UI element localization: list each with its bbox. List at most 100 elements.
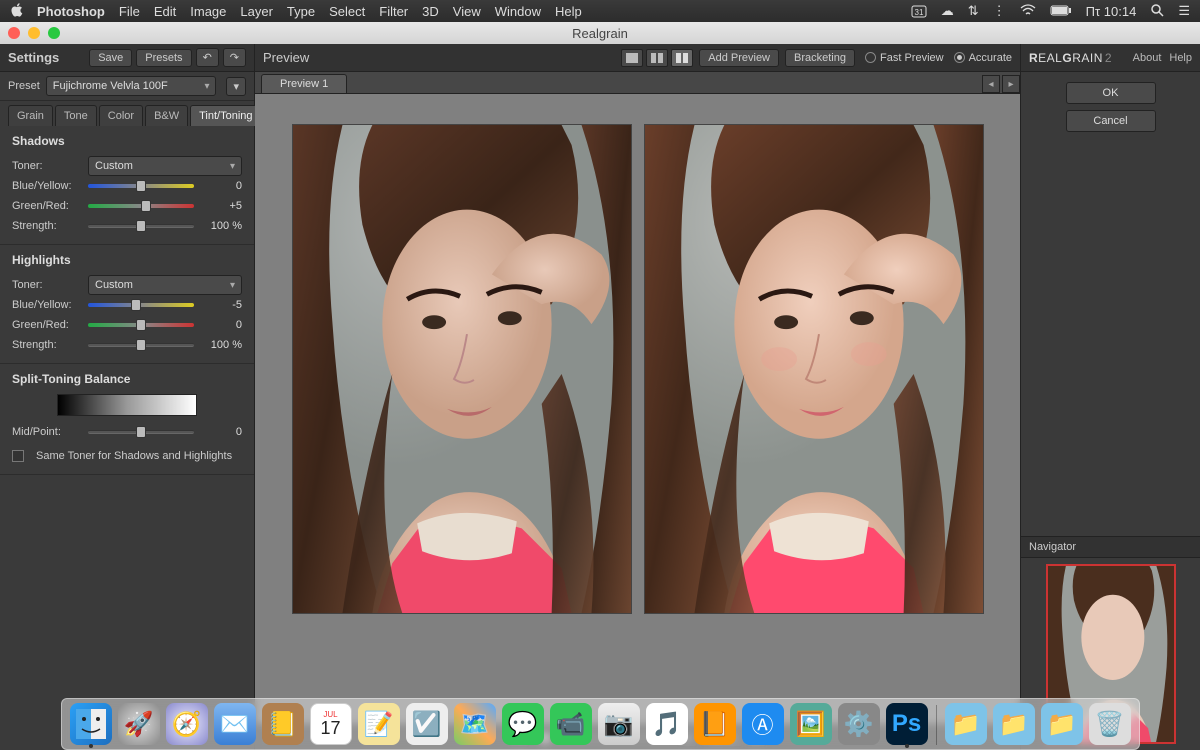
menu-file[interactable]: File: [119, 4, 140, 19]
shadows-title: Shadows: [12, 134, 242, 148]
menu-type[interactable]: Type: [287, 4, 315, 19]
clock[interactable]: Πτ 10:14: [1086, 4, 1137, 19]
undo-button[interactable]: ↶: [196, 48, 219, 67]
menu-filter[interactable]: Filter: [379, 4, 408, 19]
tab-tone[interactable]: Tone: [55, 105, 97, 126]
preview-tab-1[interactable]: Preview 1: [261, 74, 347, 93]
dock-itunes-icon[interactable]: 🎵: [646, 703, 688, 745]
ok-button[interactable]: OK: [1066, 82, 1156, 104]
window-titlebar: Realgrain: [0, 22, 1200, 44]
tab-bw[interactable]: B&W: [145, 105, 188, 126]
dock-reminders-icon[interactable]: ☑️: [406, 703, 448, 745]
menu-window[interactable]: Window: [495, 4, 541, 19]
bracketing-button[interactable]: Bracketing: [785, 49, 855, 67]
macos-dock: 🚀 🧭 ✉️ 📒 JUL17 📝 ☑️ 🗺️ 💬 📹 📷 🎵 📙 Ⓐ 🖼️ ⚙️…: [61, 698, 1140, 750]
menu-view[interactable]: View: [453, 4, 481, 19]
canvas-area[interactable]: [255, 94, 1020, 724]
highlights-toner-select[interactable]: Custom: [88, 275, 242, 295]
view-sidebyside-button[interactable]: [671, 49, 693, 67]
tab-next-button[interactable]: ▸: [1002, 75, 1020, 93]
cloud-icon[interactable]: ☁: [941, 3, 954, 19]
dock-facetime-icon[interactable]: 📹: [550, 703, 592, 745]
close-button[interactable]: [8, 27, 20, 39]
preset-select[interactable]: Fujichrome Velvla 100F: [46, 76, 217, 96]
menu-app[interactable]: Photoshop: [37, 4, 105, 19]
tab-tint-toning[interactable]: Tint/Toning: [190, 105, 261, 126]
battery-icon[interactable]: [1050, 4, 1072, 19]
window-title: Realgrain: [572, 26, 628, 41]
split-gradient: [57, 394, 197, 416]
macos-menubar: Photoshop File Edit Image Layer Type Sel…: [0, 0, 1200, 22]
maximize-button[interactable]: [48, 27, 60, 39]
preview-panel: Preview Add Preview Bracketing Fast Prev…: [255, 44, 1020, 750]
menu-3d[interactable]: 3D: [422, 4, 439, 19]
menu-image[interactable]: Image: [190, 4, 226, 19]
same-toner-checkbox[interactable]: [12, 450, 24, 462]
dock-messages-icon[interactable]: 💬: [502, 703, 544, 745]
highlights-title: Highlights: [12, 253, 242, 267]
menu-layer[interactable]: Layer: [240, 4, 273, 19]
split-title: Split-Toning Balance: [12, 372, 242, 386]
dock-sysprefs-icon[interactable]: ⚙️: [838, 703, 880, 745]
dock-mail-icon[interactable]: ✉️: [214, 703, 256, 745]
dock-trash-icon[interactable]: 🗑️: [1089, 703, 1131, 745]
presets-button[interactable]: Presets: [136, 49, 191, 67]
tab-color[interactable]: Color: [99, 105, 143, 126]
cancel-button[interactable]: Cancel: [1066, 110, 1156, 132]
preset-label: Preset: [8, 80, 40, 92]
dock-photoshop-icon[interactable]: Ps: [886, 703, 928, 745]
brand-label: REALGRAIN2: [1029, 51, 1125, 65]
wifi-icon[interactable]: [1020, 4, 1036, 19]
tab-prev-button[interactable]: ◂: [982, 75, 1000, 93]
menu-edit[interactable]: Edit: [154, 4, 176, 19]
preview-image-before: [292, 124, 632, 614]
dock-appstore-icon[interactable]: Ⓐ: [742, 703, 784, 745]
view-splitv-button[interactable]: [646, 49, 668, 67]
menu-help[interactable]: Help: [555, 4, 582, 19]
add-preview-button[interactable]: Add Preview: [699, 49, 779, 67]
shadows-toner-select[interactable]: Custom: [88, 156, 242, 176]
notifications-icon[interactable]: ☰: [1178, 3, 1190, 19]
dock-calendar-icon[interactable]: JUL17: [310, 703, 352, 745]
preview-image-after: [644, 124, 984, 614]
midpoint-slider[interactable]: [88, 425, 194, 439]
minimize-button[interactable]: [28, 27, 40, 39]
tab-grain[interactable]: Grain: [8, 105, 53, 126]
dock-folder-3-icon[interactable]: 📁: [1041, 703, 1083, 745]
dock-folder-1-icon[interactable]: 📁: [945, 703, 987, 745]
redo-button[interactable]: ↷: [223, 48, 246, 67]
shadows-blueyellow-slider[interactable]: [88, 179, 194, 193]
fast-preview-radio[interactable]: Fast Preview: [865, 52, 944, 64]
highlights-toner-label: Toner:: [12, 279, 82, 291]
dock-finder-icon[interactable]: [70, 703, 112, 745]
accurate-radio[interactable]: Accurate: [954, 52, 1012, 64]
help-link[interactable]: Help: [1169, 52, 1192, 64]
dock-notes-icon[interactable]: 📝: [358, 703, 400, 745]
about-link[interactable]: About: [1133, 52, 1162, 64]
calendar-status-icon[interactable]: 31: [911, 4, 927, 18]
shadows-greenred-slider[interactable]: [88, 199, 194, 213]
save-button[interactable]: Save: [89, 49, 132, 67]
highlights-strength-slider[interactable]: [88, 338, 194, 352]
dock-folder-2-icon[interactable]: 📁: [993, 703, 1035, 745]
spotlight-icon[interactable]: [1150, 3, 1164, 20]
dock-maps-icon[interactable]: 🗺️: [454, 703, 496, 745]
dock-contacts-icon[interactable]: 📒: [262, 703, 304, 745]
dock-safari-icon[interactable]: 🧭: [166, 703, 208, 745]
wifi-icon[interactable]: ⋮: [993, 3, 1006, 19]
highlights-blueyellow-slider[interactable]: [88, 298, 194, 312]
dock-ibooks-icon[interactable]: 📙: [694, 703, 736, 745]
apple-icon[interactable]: [10, 3, 23, 20]
preset-menu-button[interactable]: ▾: [226, 77, 246, 96]
settings-title: Settings: [8, 50, 85, 65]
dock-preview-icon[interactable]: 🖼️: [790, 703, 832, 745]
highlights-greenred-slider[interactable]: [88, 318, 194, 332]
dock-launchpad-icon[interactable]: 🚀: [118, 703, 160, 745]
dock-photobooth-icon[interactable]: 📷: [598, 703, 640, 745]
same-toner-label: Same Toner for Shadows and Highlights: [36, 450, 232, 462]
shadows-strength-slider[interactable]: [88, 219, 194, 233]
view-single-button[interactable]: [621, 49, 643, 67]
menu-select[interactable]: Select: [329, 4, 365, 19]
split-toning-section: Split-Toning Balance Mid/Point:0 Same To…: [0, 364, 254, 475]
sync-icon[interactable]: ⇅: [968, 3, 979, 19]
